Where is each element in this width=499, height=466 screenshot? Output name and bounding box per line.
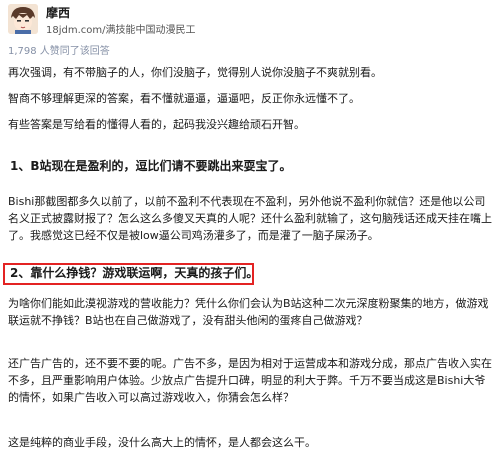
paragraph-6: 还广告广告的，还不要不要的呢。广告不多，是因为相对于运营成本和游戏分成，那点广告… [8, 357, 492, 404]
anime-character-avatar-icon [8, 4, 38, 34]
section-heading-2: 2、靠什么挣钱？游戏联运啊，天真的孩子们。 [10, 266, 259, 280]
paragraph-4: Bishi那截图都多久以前了，以前不盈利不代表现在不盈利，另外他说不盈利你就信？… [8, 195, 492, 242]
paragraph-3: 有些答案是写给看的懂得人看的，起码我没兴趣给顽石开智。 [8, 118, 305, 131]
avatar[interactable] [8, 4, 38, 34]
author-name[interactable]: 摩西 [46, 4, 70, 21]
paragraph-2: 智商不够理解更深的答案，看不懂就逼逼，逼逼吧，反正你永远懂不了。 [8, 92, 360, 105]
agree-count[interactable]: 1,798 人赞同了该回答 [8, 42, 110, 57]
paragraph-7: 这是纯粹的商业手段，没什么高大上的情怀，是人都会这么干。 [8, 436, 316, 449]
paragraph-5: 为啥你们能如此漠视游戏的营收能力？凭什么你们会认为B站这种二次元深度粉聚集的地方… [8, 297, 489, 327]
paragraph-1: 再次强调，有不带脑子的人，你们没脑子，觉得别人说你没脑子不爽就别看。 [8, 66, 382, 79]
author-bio: 18jdm.com/满技能中国动漫民工 [46, 25, 196, 36]
section-heading-1: 1、B站现在是盈利的，逗比们请不要跳出来耍宝了。 [10, 159, 292, 173]
answer-author-header: 摩西 18jdm.com/满技能中国动漫民工 [8, 4, 493, 36]
